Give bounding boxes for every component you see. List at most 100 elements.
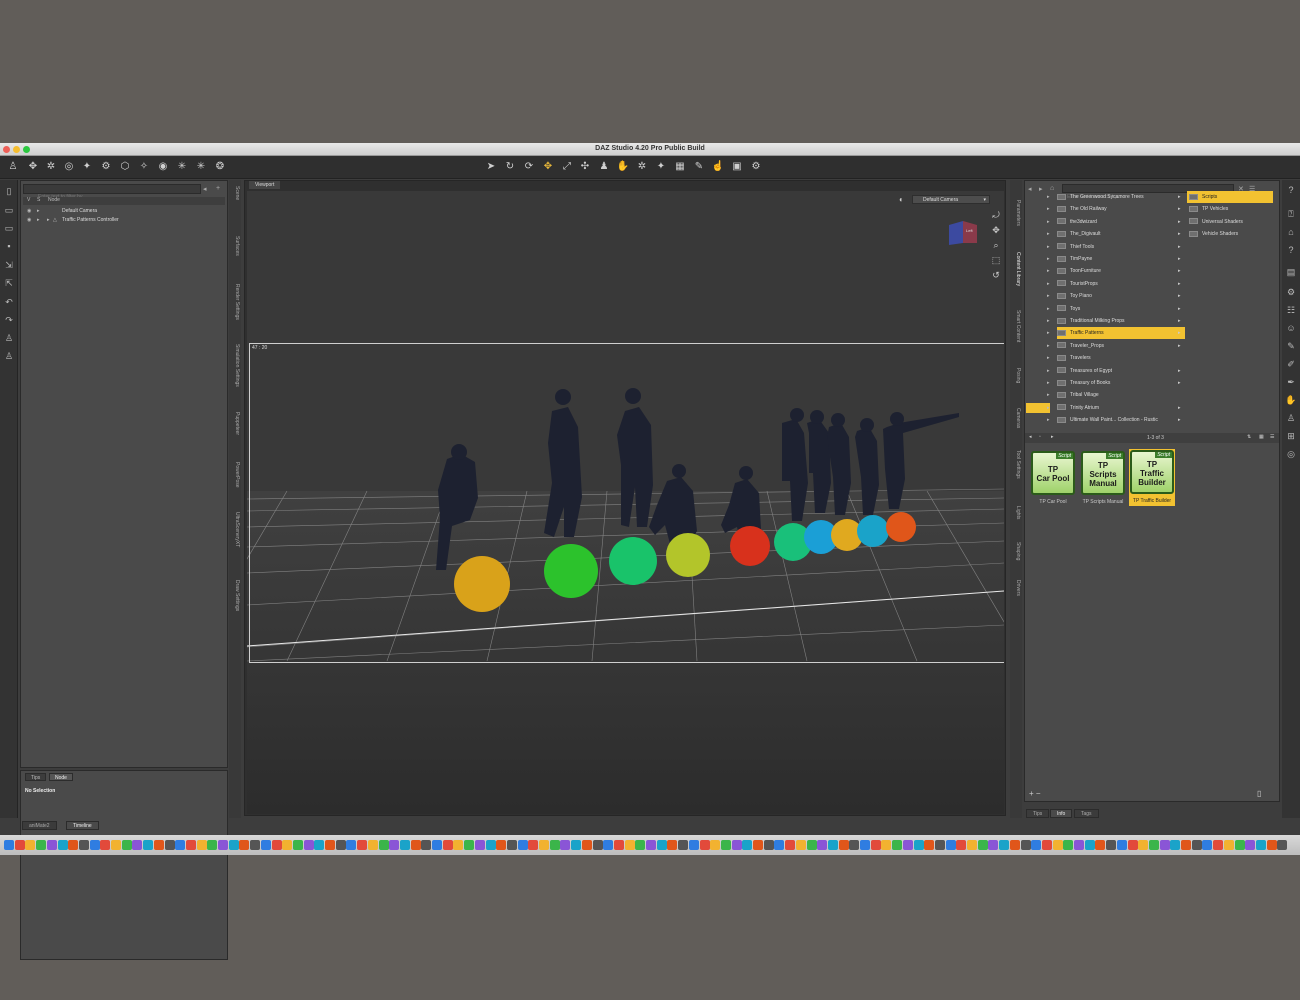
asset-tp-scripts-manual[interactable]: Script TP Scripts Manual TP Scripts Manu… [1080,451,1126,505]
dock-app-icon[interactable] [999,840,1010,850]
eye-icon[interactable]: ◉ [27,207,31,216]
library-folder-row[interactable]: ▸ Traffic Patterns ▸ [1047,327,1185,340]
dock-app-icon[interactable] [967,840,977,850]
figure-pose-icon[interactable]: ♙ [3,350,15,362]
library-folder-row[interactable]: ▸ Toy Piano ▸ [1047,290,1185,302]
dock-app-icon[interactable] [367,840,378,850]
sort-icon[interactable]: ⇅ [1247,434,1251,440]
dock-app-icon[interactable] [485,840,496,850]
dock-app-icon[interactable] [464,840,475,850]
tab-drivers[interactable]: Drivers [1011,580,1021,596]
measure-icon[interactable]: ⊞ [1285,430,1297,442]
dock-app-icon[interactable] [292,840,303,850]
document-icon[interactable]: ▯ [1257,789,1261,798]
dock-app-icon[interactable] [1223,840,1234,850]
expand-arrow-icon[interactable]: ▸ [1047,389,1050,401]
dock-app-icon[interactable] [453,840,464,850]
dock-app-icon[interactable] [421,840,432,850]
dock-app-icon[interactable] [68,840,79,850]
expand-arrow-icon[interactable]: ▸ [1047,228,1050,240]
dock-app-icon[interactable] [271,840,282,850]
dock-app-icon[interactable] [827,840,838,850]
dock-app-icon[interactable] [1052,840,1063,850]
dock-app-icon[interactable] [1148,840,1159,850]
expand-arrow-icon[interactable]: ▸ [1047,265,1050,277]
dock-app-icon[interactable] [934,840,945,850]
dock-app-icon[interactable] [506,840,517,850]
dock-app-icon[interactable] [838,840,849,850]
dock-app-icon[interactable] [528,840,539,850]
geometry-editor-icon[interactable]: ▦ [673,160,687,174]
select-tool-icon[interactable]: ➤ [484,160,498,174]
dock-app-icon[interactable] [25,840,36,850]
dock-app-icon[interactable] [346,840,357,850]
dock-app-icon[interactable] [817,840,828,850]
library-folder-row[interactable]: ▸ The Old Railway ▸ [1047,203,1185,215]
lock-icon[interactable]: ▸ [37,207,40,216]
dock-app-icon[interactable] [646,840,656,850]
library-subfolder-row[interactable]: TP Vehicles [1187,203,1273,215]
dock-app-icon[interactable] [78,840,89,850]
dock-app-icon[interactable] [196,840,207,850]
edit-tool-icon[interactable]: ✎ [692,160,706,174]
dock-app-icon[interactable] [945,840,956,850]
list-view-icon[interactable]: ☰ [1270,434,1274,440]
export-icon[interactable]: ⇱ [3,277,15,289]
orbit-tool-icon[interactable]: ⟳ [522,160,536,174]
info-icon[interactable]: ⍰ [1285,208,1297,220]
view-options-icon[interactable]: ◐ [899,195,904,204]
pointer-tool-icon[interactable]: ☝ [711,160,725,174]
dock-app-icon[interactable] [613,840,624,850]
dock-app-icon[interactable] [881,840,892,850]
dock-app-icon[interactable] [592,840,603,850]
dock-app-icon[interactable] [624,840,635,850]
eye-icon[interactable]: ◉ [27,216,31,225]
dock-app-icon[interactable] [1138,840,1149,850]
dock-app-icon[interactable] [1084,840,1095,850]
eyedropper-icon[interactable]: ✒ [1285,376,1297,388]
expand-arrow-icon[interactable]: ▸ [1047,315,1050,327]
expand-arrow-icon[interactable]: ▸ [1047,327,1050,339]
dock-app-icon[interactable] [14,840,25,850]
cube-tool-icon[interactable]: ⬡ [118,160,132,174]
library-folder-row[interactable]: ▸ Toys ▸ [1047,303,1185,315]
dock-app-icon[interactable] [731,840,742,850]
dock-app-icon[interactable] [153,840,164,850]
expand-arrow-icon[interactable]: ▸ [1047,216,1050,228]
dock-app-icon[interactable] [560,840,571,850]
dock-app-icon[interactable] [1191,840,1202,850]
frame-icon[interactable]: ⬚ [990,254,1002,266]
forward-icon[interactable]: ▸ [1051,434,1054,440]
library-folder-row[interactable]: ▸ The_Digivault ▸ [1047,228,1185,240]
dock-app-icon[interactable] [742,840,753,850]
expand-arrow-icon[interactable]: ▸ [1047,290,1050,302]
figure-tool-icon[interactable]: ♙ [6,160,20,174]
redo-icon[interactable]: ↷ [3,314,15,326]
dock-app-icon[interactable] [571,840,582,850]
home-icon[interactable]: ⌂ [1285,226,1297,238]
library-folder-row[interactable]: ▸ Treasury of Books ▸ [1047,377,1185,389]
gear-icon[interactable]: ⚙ [1285,286,1297,298]
dock-app-icon[interactable] [1266,840,1277,850]
tab-info[interactable]: Info [1050,809,1073,818]
dock-app-icon[interactable] [667,840,678,850]
spot-render-icon[interactable]: ✳ [175,160,189,174]
dock-app-icon[interactable] [977,840,988,850]
library-folder-row[interactable]: ▸ Traveler_Props ▸ [1047,340,1185,352]
dock-app-icon[interactable] [207,840,218,850]
render-icon[interactable]: ❂ [213,160,227,174]
tab-tips[interactable]: Tips [25,773,47,781]
dock-app-icon[interactable] [581,840,592,850]
expand-arrow-icon[interactable]: ▸ [1047,191,1050,203]
expand-arrow-icon[interactable]: ▸ [1047,414,1050,426]
dock-app-icon[interactable] [303,840,314,850]
dock-app-icon[interactable] [806,840,817,850]
dock-app-icon[interactable] [913,840,924,850]
scene-node-row[interactable]: ◉ ▸ ▸ △ Traffic Patterns Controller [23,216,225,225]
tab-animate2[interactable]: aniMate2 [22,821,57,830]
help-icon[interactable]: ? [1285,184,1297,196]
tab-tags[interactable]: Tags [1074,809,1099,818]
translate-tool-icon[interactable]: ✥ [541,160,555,174]
camera-icon[interactable]: ▣ [730,160,744,174]
dock-app-icon[interactable] [1277,840,1288,850]
